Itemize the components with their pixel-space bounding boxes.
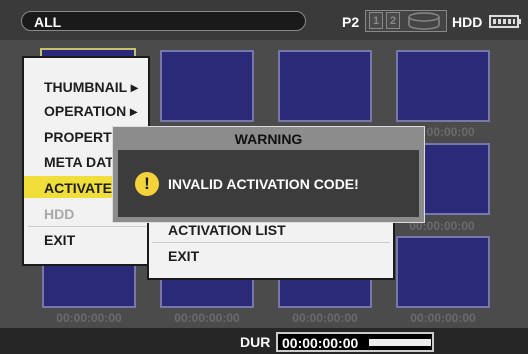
- duration-label: DUR: [240, 334, 271, 350]
- duration-value: 00:00:00:00: [282, 335, 359, 351]
- thumbnail[interactable]: [278, 50, 372, 122]
- battery-icon: [489, 15, 521, 28]
- warning-icon: !: [135, 172, 159, 196]
- slot-1-indicator: 1: [369, 12, 383, 29]
- thumbnail-timecode: 00:00:00:00: [56, 311, 122, 325]
- thumbnail[interactable]: [396, 50, 490, 122]
- menu-item-property[interactable]: PROPERTY: [44, 129, 121, 145]
- duration-bar: [369, 339, 431, 346]
- mode-display: [21, 11, 306, 31]
- submenu-divider: [152, 242, 390, 243]
- menu-item-thumbnail[interactable]: THUMBNAIL ▸: [44, 79, 138, 96]
- slot-2-indicator: 2: [386, 12, 400, 29]
- submenu-item-activation-list[interactable]: ACTIVATION LIST: [168, 222, 286, 238]
- menu-item-exit[interactable]: EXIT: [44, 232, 75, 248]
- p2-label: P2: [342, 14, 360, 30]
- hdd-label: HDD: [452, 14, 483, 30]
- thumbnail[interactable]: [396, 236, 490, 308]
- dialog-message: INVALID ACTIVATION CODE!: [168, 176, 359, 192]
- menu-item-operation[interactable]: OPERATION ▸: [44, 103, 137, 120]
- menu-item-meta-data[interactable]: META DATA: [44, 154, 123, 170]
- submenu-item-exit[interactable]: EXIT: [168, 248, 199, 264]
- thumbnail-timecode: 00:00:00:00: [174, 311, 240, 325]
- dialog-title: WARNING: [234, 131, 303, 147]
- menu-item-hdd: HDD: [44, 206, 75, 222]
- menu-divider: [28, 226, 146, 227]
- menu-item-activate[interactable]: ACTIVATE: [44, 180, 112, 196]
- mode-label: ALL: [34, 14, 62, 30]
- thumbnail-timecode: 00:00:00:00: [292, 311, 358, 325]
- thumbnail-timecode: 00:00:00:00: [410, 311, 476, 325]
- disk-icon: [408, 12, 440, 30]
- thumbnail[interactable]: [160, 50, 254, 122]
